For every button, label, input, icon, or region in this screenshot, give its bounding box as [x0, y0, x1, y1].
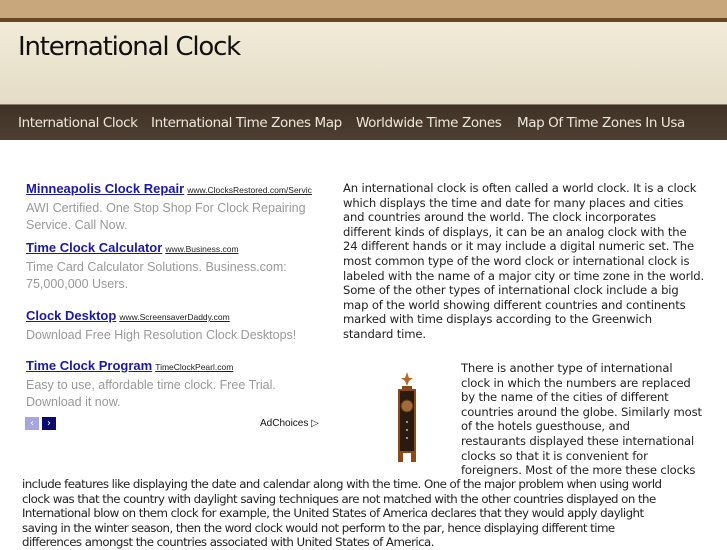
ad-desc: Download it now.: [26, 395, 121, 409]
ad-title[interactable]: Clock Desktop: [26, 308, 116, 323]
text-line: differences amongst the countries associ…: [22, 535, 435, 550]
site-title[interactable]: International Clock: [18, 32, 241, 62]
ad-title[interactable]: Time Clock Program: [26, 358, 152, 373]
top-band: [0, 0, 727, 18]
ad-item: Clock Desktop www.ScreensaverDaddy.com Do…: [26, 307, 296, 344]
text-line: by the name of the cities of different: [461, 390, 669, 405]
adchoices-link[interactable]: AdChoices ▷: [260, 418, 319, 429]
article-paragraph-1: An international clock is often called a…: [343, 181, 704, 342]
text-line: which displays the time and date for man…: [343, 195, 684, 210]
nav-international-clock[interactable]: International Clock: [18, 115, 138, 131]
ad-url[interactable]: www.ScreensaverDaddy.com: [119, 312, 229, 322]
ad-desc: Time Card Calculator Solutions. Business…: [26, 260, 287, 274]
text-line: International blow on them clock for exa…: [22, 506, 644, 521]
ad-title[interactable]: Time Clock Calculator: [26, 240, 162, 255]
ad-title[interactable]: Minneapolis Clock Repair: [26, 181, 184, 196]
ad-item: Time Clock Calculator www.Business.com Ti…: [26, 239, 287, 293]
text-line: different kinds of displays, it can be a…: [343, 224, 687, 239]
ad-url[interactable]: www.Business.com: [165, 244, 238, 254]
text-line: 24 different hands or it may include a d…: [343, 239, 694, 254]
ad-desc: Easy to use, affordable time clock. Free…: [26, 378, 276, 392]
article-paragraph-2-wrapped: There is another type of international cl…: [461, 361, 702, 478]
text-line: foreigners. Most of the more these clock…: [461, 463, 696, 478]
site-header: International Clock: [0, 22, 727, 104]
text-line: Some of the other types of international…: [343, 283, 679, 298]
text-line: most common type of the word clock or in…: [343, 253, 690, 268]
text-line: An international clock is often called a…: [343, 181, 697, 195]
text-line: labeled with the name of a major city or…: [343, 268, 705, 283]
main-nav: International Clock International Time Z…: [0, 104, 727, 140]
text-line: of the hotels guesthouse, and: [461, 419, 630, 434]
ad-desc: Service. Call Now.: [26, 218, 128, 232]
text-line: standard time.: [343, 326, 426, 341]
text-line: marked with time displays according to t…: [343, 312, 652, 327]
text-line: map of the world showing different count…: [343, 297, 686, 312]
ad-desc: Download Free High Resolution Clock Desk…: [26, 328, 297, 342]
text-line: include features like displaying the dat…: [22, 477, 662, 491]
text-line: restaurants displayed these internationa…: [461, 433, 695, 448]
text-line: There is another type of international: [461, 361, 673, 375]
ad-prev-button[interactable]: ‹: [25, 417, 39, 430]
ad-item: Time Clock Program TimeClockPearl.com Eas…: [26, 357, 276, 411]
ad-url[interactable]: www.ClocksRestored.com/Servic: [187, 185, 312, 195]
ad-url[interactable]: TimeClockPearl.com: [155, 362, 233, 372]
nav-map-time-zones-usa[interactable]: Map Of Time Zones In Usa: [517, 115, 685, 131]
clock-image: [398, 372, 416, 462]
nav-worldwide-time-zones[interactable]: Worldwide Time Zones: [356, 115, 502, 131]
ad-item: Minneapolis Clock Repair www.ClocksRestor…: [26, 180, 312, 234]
text-line: saving in the winter season, then the wo…: [22, 520, 615, 535]
ad-next-button[interactable]: ›: [42, 417, 56, 430]
text-line: countries around the globe. Similarly mo…: [461, 404, 702, 419]
article-paragraph-2-full: include features like displaying the dat…: [22, 477, 662, 550]
nav-international-time-zones-map[interactable]: International Time Zones Map: [151, 115, 342, 131]
text-line: and countries around the world. The cloc…: [343, 210, 656, 225]
text-line: clock in which the numbers are replaced: [461, 375, 691, 390]
text-line: clock was that the country with daylight…: [22, 491, 656, 506]
ad-desc: AWI Certified. One Stop Shop For Clock R…: [26, 201, 306, 215]
text-line: clocks so that it is convenient for: [461, 448, 648, 463]
ad-desc: 75,000,000 Users.: [26, 277, 129, 291]
